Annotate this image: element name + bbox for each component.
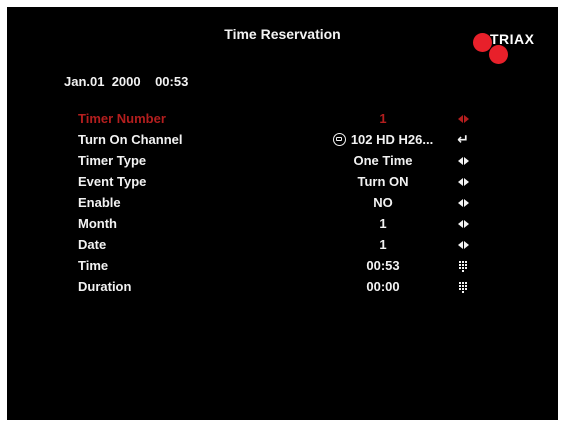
current-date: Jan.01 2000 — [64, 74, 141, 89]
setting-value: 1 — [379, 216, 387, 231]
setting-label: Timer Type — [78, 153, 147, 168]
setting-value: 102 HD H26... — [328, 132, 438, 147]
setting-row-date[interactable]: Date 1 — [7, 235, 558, 255]
setting-row-timer-type[interactable]: Timer Type One Time — [7, 151, 558, 171]
setting-value: 00:53 — [366, 258, 400, 273]
keypad-icon[interactable] — [453, 279, 473, 295]
setting-label: Turn On Channel — [78, 132, 183, 147]
logo-dot — [489, 45, 508, 64]
left-right-arrows-icon[interactable] — [453, 153, 473, 169]
setting-label: Month — [78, 216, 117, 231]
setting-label: Time — [78, 258, 109, 273]
left-right-arrows-icon[interactable] — [453, 111, 473, 127]
current-time: 00:53 — [155, 74, 189, 89]
setting-row-time[interactable]: Time 00:53 — [7, 256, 558, 276]
setting-value: One Time — [353, 153, 413, 168]
setting-value: 1 — [379, 237, 387, 252]
setting-label: Timer Number — [78, 111, 166, 126]
setting-label: Date — [78, 237, 107, 252]
setting-row-event-type[interactable]: Event Type Turn ON — [7, 172, 558, 192]
setting-value: 1 — [379, 111, 387, 126]
channel-name: 102 HD H26... — [350, 132, 434, 147]
setting-row-timer-number[interactable]: Timer Number 1 — [7, 109, 558, 129]
triax-logo: TRIAX — [468, 28, 548, 72]
enter-icon[interactable]: ↵ — [453, 132, 473, 148]
setting-label: Duration — [78, 279, 132, 294]
logo-text: TRIAX — [490, 31, 535, 47]
setting-label: Enable — [78, 195, 121, 210]
setting-row-turn-on-channel[interactable]: Turn On Channel 102 HD H26... ↵ — [7, 130, 558, 150]
setting-row-month[interactable]: Month 1 — [7, 214, 558, 234]
current-datetime: Jan.01 2000 00:53 — [64, 74, 188, 89]
channel-icon — [332, 133, 346, 146]
setting-value: NO — [373, 195, 393, 210]
left-right-arrows-icon[interactable] — [453, 237, 473, 253]
setting-value: 00:00 — [366, 279, 400, 294]
left-right-arrows-icon[interactable] — [453, 174, 473, 190]
setting-row-enable[interactable]: Enable NO — [7, 193, 558, 213]
keypad-icon[interactable] — [453, 258, 473, 274]
setting-value: Turn ON — [357, 174, 409, 189]
setting-label: Event Type — [78, 174, 147, 189]
left-right-arrows-icon[interactable] — [453, 216, 473, 232]
left-right-arrows-icon[interactable] — [453, 195, 473, 211]
setting-row-duration[interactable]: Duration 00:00 — [7, 277, 558, 297]
tv-screen: Time Reservation TRIAX Jan.01 2000 00:53… — [7, 7, 558, 420]
